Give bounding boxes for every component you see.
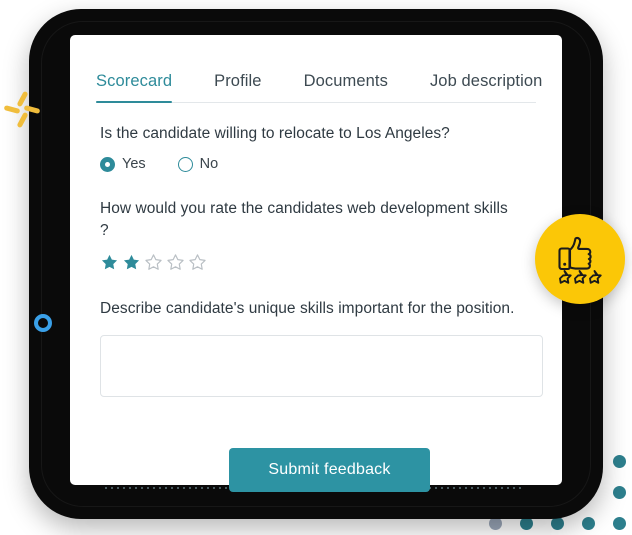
screenshot-root: Scorecard Profile Documents Job descript… [0, 0, 632, 530]
tab-scorecard[interactable]: Scorecard [96, 72, 173, 103]
question-rating: How would you rate the candidates web de… [100, 198, 532, 272]
star-icon-2[interactable] [122, 253, 141, 272]
thumbs-up-icon [558, 236, 602, 284]
star-icon-3[interactable] [144, 253, 163, 272]
question-relocate-label: Is the candidate willing to relocate to … [100, 125, 450, 142]
question-rating-label: How would you rate the candidates web de… [100, 200, 508, 239]
tab-job-description[interactable]: Job description [430, 72, 542, 102]
tab-bar: Scorecard Profile Documents Job descript… [96, 60, 542, 103]
scorecard-form: Is the candidate willing to relocate to … [100, 123, 543, 428]
radio-yes-label: Yes [122, 156, 146, 172]
thumbs-up-badge [535, 214, 625, 304]
grid-dot [582, 517, 595, 530]
question-describe: Describe candidate's unique skills impor… [100, 298, 543, 402]
relocate-radio-group: Yes No [100, 156, 532, 172]
grid-dot [613, 455, 626, 468]
radio-no-label: No [199, 156, 219, 172]
radio-option-yes[interactable]: Yes [100, 156, 146, 172]
star-icon-1[interactable] [100, 253, 119, 272]
star-icon-4[interactable] [166, 253, 185, 272]
grid-dot [613, 517, 626, 530]
scorecard-panel: Scorecard Profile Documents Job descript… [70, 35, 562, 485]
radio-yes-indicator[interactable] [100, 156, 115, 172]
submit-feedback-button[interactable]: Submit feedback [229, 448, 430, 492]
tab-documents[interactable]: Documents [304, 72, 388, 102]
question-describe-label: Describe candidate's unique skills impor… [100, 300, 515, 317]
tab-profile[interactable]: Profile [214, 72, 261, 102]
describe-textarea[interactable] [100, 335, 543, 397]
question-relocate: Is the candidate willing to relocate to … [100, 123, 532, 172]
radio-no-indicator[interactable] [177, 156, 193, 172]
star-icon-5[interactable] [188, 253, 207, 272]
grid-dot [613, 486, 626, 499]
pinwheel-icon [4, 91, 40, 128]
radio-option-no[interactable]: No [177, 156, 219, 172]
ring-icon [34, 314, 52, 332]
star-rating[interactable] [100, 253, 532, 272]
